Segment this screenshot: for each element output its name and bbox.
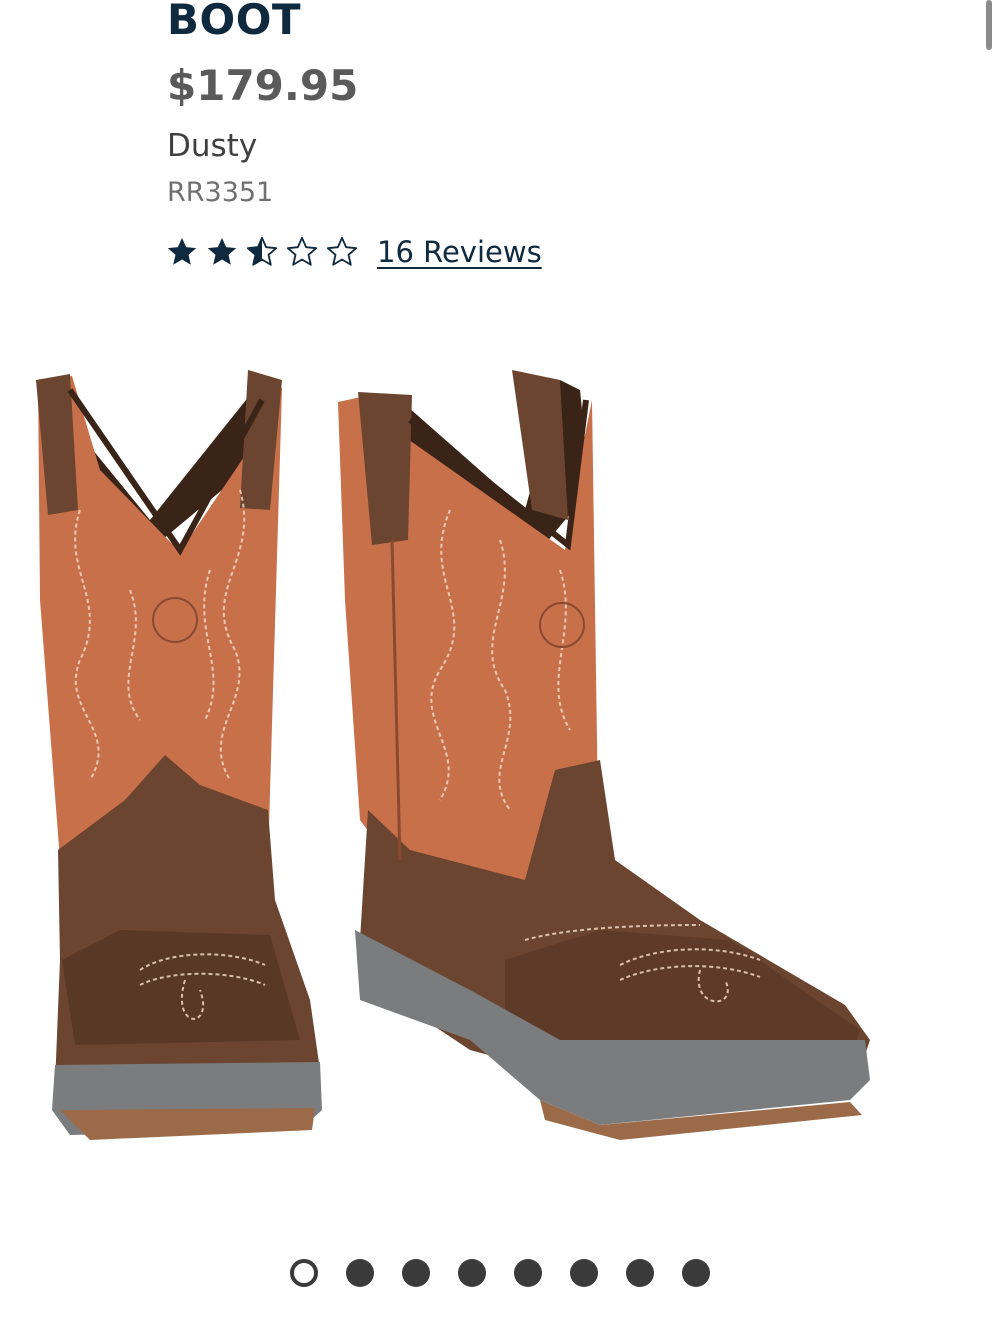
carousel-dot-4[interactable] xyxy=(458,1259,486,1287)
star-half-icon xyxy=(246,236,278,266)
star-empty-icon xyxy=(286,236,318,266)
product-color-name: Dusty xyxy=(167,128,258,164)
carousel-dot-7[interactable] xyxy=(626,1259,654,1287)
star-full-icon xyxy=(167,237,197,265)
scrollbar[interactable] xyxy=(986,0,992,50)
product-image[interactable] xyxy=(0,340,1000,1220)
star-full-icon xyxy=(207,237,237,265)
carousel-dot-3[interactable] xyxy=(402,1259,430,1287)
carousel-pagination xyxy=(0,1259,1000,1287)
carousel-dot-8[interactable] xyxy=(682,1259,710,1287)
left-boot-graphic xyxy=(36,370,322,1140)
carousel-dot-5[interactable] xyxy=(514,1259,542,1287)
star-empty-icon xyxy=(326,236,358,266)
boot-pair-illustration xyxy=(36,370,870,1140)
carousel-dot-2[interactable] xyxy=(346,1259,374,1287)
right-boot-graphic xyxy=(338,370,870,1140)
carousel-dot-6[interactable] xyxy=(570,1259,598,1287)
star-rating xyxy=(165,235,365,269)
product-price: $179.95 xyxy=(167,61,359,110)
rating-row: 16 Reviews xyxy=(165,232,542,272)
product-title: BOOT xyxy=(167,0,302,44)
reviews-link[interactable]: 16 Reviews xyxy=(377,235,542,269)
carousel-dot-1-active[interactable] xyxy=(290,1259,318,1287)
product-sku: RR3351 xyxy=(167,177,274,208)
